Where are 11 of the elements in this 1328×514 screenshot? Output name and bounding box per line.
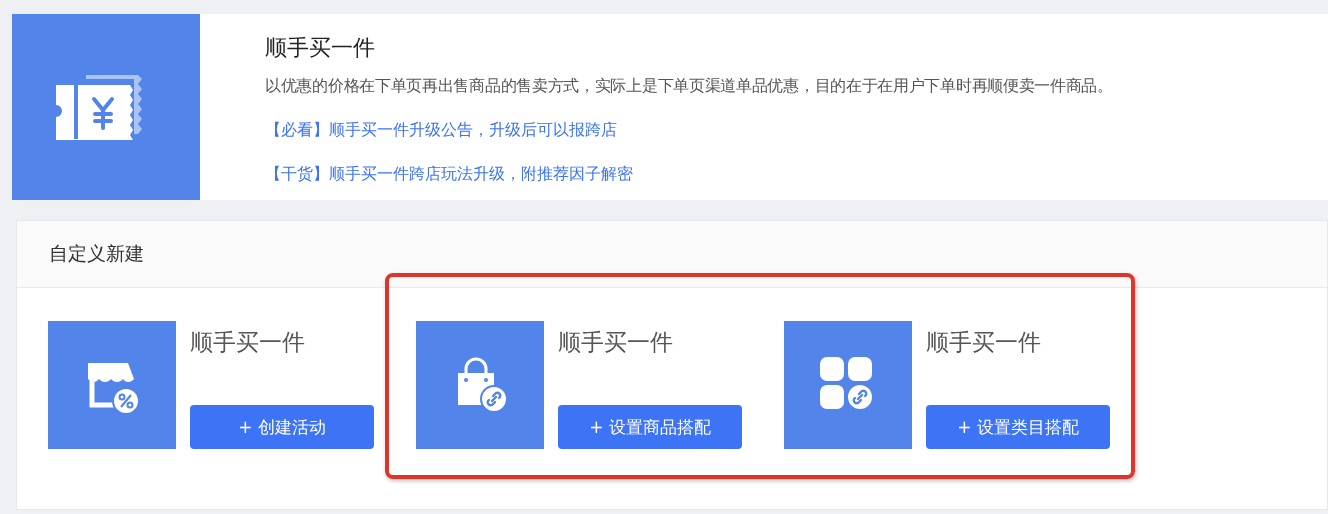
intro-title: 顺手买一件	[265, 34, 376, 62]
intro-description: 以优惠的价格在下单页再出售商品的售卖方式，实际上是下单页渠道单品优惠，目的在于在用户下单时再顺便卖一件商品。	[265, 75, 1113, 97]
action-button[interactable]: + 设置类目搭配	[926, 405, 1110, 449]
card-title: 顺手买一件	[190, 328, 306, 357]
card-title: 顺手买一件	[926, 328, 1042, 357]
action-button[interactable]: + 设置商品搭配	[558, 405, 742, 449]
card-title: 顺手买一件	[558, 328, 674, 357]
article-link[interactable]: 【干货】顺手买一件跨店玩法升级，附推荐因子解密	[265, 162, 633, 186]
article-link[interactable]: 【必看】顺手买一件升级公告，升级后可以报跨店	[265, 118, 617, 142]
panel-title: 自定义新建	[49, 241, 144, 266]
action-button[interactable]: + 创建活动	[190, 405, 374, 449]
